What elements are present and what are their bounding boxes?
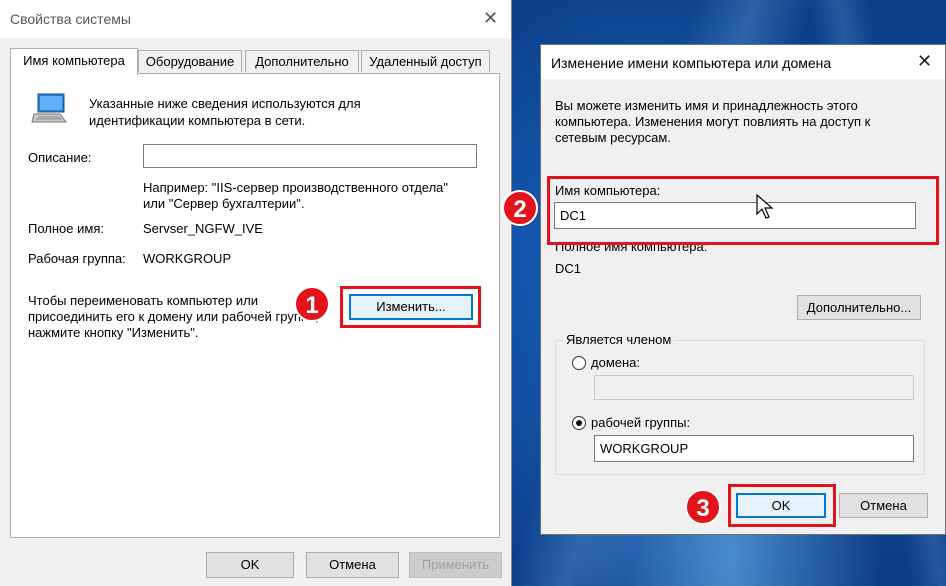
window-title: Свойства системы: [10, 11, 131, 27]
more-button[interactable]: Дополнительно...: [797, 295, 921, 320]
domain-radio[interactable]: [572, 356, 586, 370]
intro-text: Вы можете изменить имя и принадлежность …: [555, 98, 858, 113]
ok-button[interactable]: OK: [206, 552, 294, 578]
description-input[interactable]: [143, 144, 477, 168]
member-of-label: Является членом: [563, 332, 675, 347]
example-text: или "Сервер бухгалтерии".: [143, 196, 305, 211]
rename-instructions: присоединить его к домену или рабочей гр…: [28, 309, 319, 324]
full-name-value: DC1: [555, 261, 582, 276]
title-bar: Свойства системы ✕: [0, 0, 511, 38]
callout-2: 2: [502, 190, 538, 226]
mouse-cursor-icon: [756, 194, 774, 219]
cancel-button[interactable]: Отмена: [839, 493, 928, 518]
example-text: Например: "IIS-сервер производственного …: [143, 180, 449, 195]
intro-text: сетевым ресурсам.: [555, 130, 671, 145]
domain-label: домена:: [591, 355, 641, 370]
cancel-button[interactable]: Отмена: [306, 552, 399, 578]
workgroup-value: WORKGROUP: [143, 251, 232, 266]
rename-instructions: Чтобы переименовать компьютер или: [28, 293, 258, 308]
full-name-value: Servser_NGFW_IVE: [143, 221, 263, 236]
workgroup-input[interactable]: WORKGROUP: [594, 435, 914, 462]
tab-hardware[interactable]: Оборудование: [138, 50, 242, 72]
tab-computer-name[interactable]: Имя компьютера: [10, 48, 138, 75]
intro-text: компьютера. Изменения могут повлиять на …: [555, 114, 871, 129]
computer-icon: [31, 93, 67, 123]
callout-3: 3: [685, 489, 721, 525]
full-name-label: Полное имя:: [28, 221, 104, 236]
system-properties-window: Свойства системы ✕ Имя компьютера Оборуд…: [0, 0, 512, 586]
domain-input[interactable]: [594, 375, 914, 400]
apply-button[interactable]: Применить: [409, 552, 502, 578]
workgroup-radio[interactable]: [572, 416, 586, 430]
description-label: Описание:: [28, 150, 92, 165]
callout-1: 1: [294, 286, 330, 322]
tab-advanced[interactable]: Дополнительно: [245, 50, 359, 72]
window-title: Изменение имени компьютера или домена: [551, 55, 832, 71]
tab-remote[interactable]: Удаленный доступ: [361, 50, 490, 72]
intro-text: идентификации компьютера в сети.: [89, 113, 306, 128]
close-icon[interactable]: ✕: [483, 8, 498, 29]
intro-text: Указанные ниже сведения используются для: [89, 96, 361, 111]
title-bar: Изменение имени компьютера или домена ✕: [541, 45, 945, 79]
close-icon[interactable]: ✕: [917, 51, 932, 72]
change-button[interactable]: Изменить...: [349, 294, 473, 320]
workgroup-label: Рабочая группа:: [28, 251, 126, 266]
rename-dialog: Изменение имени компьютера или домена ✕ …: [540, 44, 946, 535]
highlight-box: [728, 484, 836, 527]
workgroup-label: рабочей группы:: [591, 415, 691, 430]
highlight-box: [547, 176, 939, 245]
rename-instructions: нажмите кнопку "Изменить".: [28, 325, 199, 340]
